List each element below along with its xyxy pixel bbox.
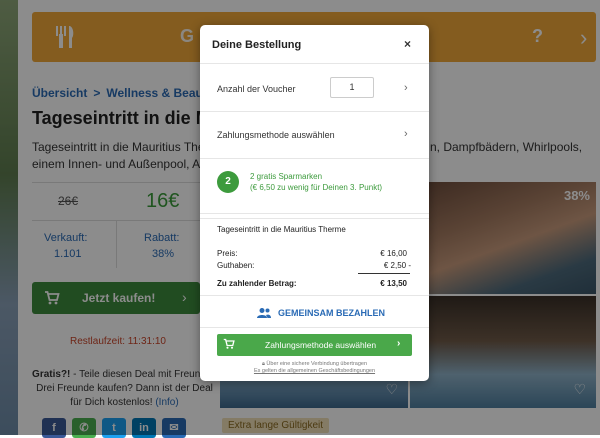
cart-icon	[223, 338, 235, 349]
divider	[200, 111, 429, 112]
secure-text: Über eine sichere Verbindung übertragen	[266, 361, 368, 367]
voucher-count-label: Anzahl der Voucher	[217, 84, 296, 94]
team-pay-link[interactable]: GEMEINSAM BEZAHLEN	[278, 308, 385, 318]
sparmarken-hint: (€ 6,50 zu wenig für Deinen 3. Punkt)	[250, 183, 383, 192]
sparmarken-text: 2 gratis Sparmarken	[250, 172, 323, 181]
divider	[200, 327, 429, 328]
chevron-right-icon: ›	[397, 338, 401, 349]
close-icon[interactable]: ×	[404, 37, 411, 51]
select-payment-button[interactable]: Zahlungsmethode auswählen ›	[217, 334, 412, 356]
price-label: Preis:	[217, 249, 238, 258]
credit-label: Guthaben:	[217, 261, 255, 270]
divider	[200, 158, 429, 159]
divider	[200, 213, 429, 214]
divider	[200, 218, 429, 219]
price-value: € 16,00	[380, 249, 407, 258]
credit-value: € 2,50 -	[383, 261, 411, 270]
product-name: Tageseintritt in die Mauritius Therme	[217, 225, 346, 234]
modal-title: Deine Bestellung	[212, 39, 302, 51]
chevron-right-icon[interactable]: ›	[404, 128, 408, 140]
total-value: € 13,50	[380, 279, 407, 288]
sum-underline	[358, 273, 410, 274]
secure-connection-note: 🔒︎ Über eine sichere Verbindung übertrag…	[200, 361, 429, 368]
lock-icon: 🔒︎	[261, 361, 265, 367]
select-payment-label: Zahlungsmethode auswählen	[265, 340, 377, 350]
sparmarken-count-badge: 2	[217, 171, 239, 193]
total-label: Zu zahlender Betrag:	[217, 279, 297, 288]
payment-method-row[interactable]: Zahlungsmethode auswählen	[217, 130, 335, 140]
terms-link[interactable]: Es gelten die allgemeinen Geschäftsbedin…	[200, 368, 429, 374]
chevron-right-icon[interactable]: ›	[404, 82, 408, 94]
divider	[200, 63, 429, 64]
group-icon	[257, 308, 271, 318]
order-modal: Deine Bestellung × Anzahl der Voucher 1 …	[200, 25, 429, 381]
voucher-quantity-input[interactable]: 1	[330, 77, 374, 98]
divider	[200, 295, 429, 296]
